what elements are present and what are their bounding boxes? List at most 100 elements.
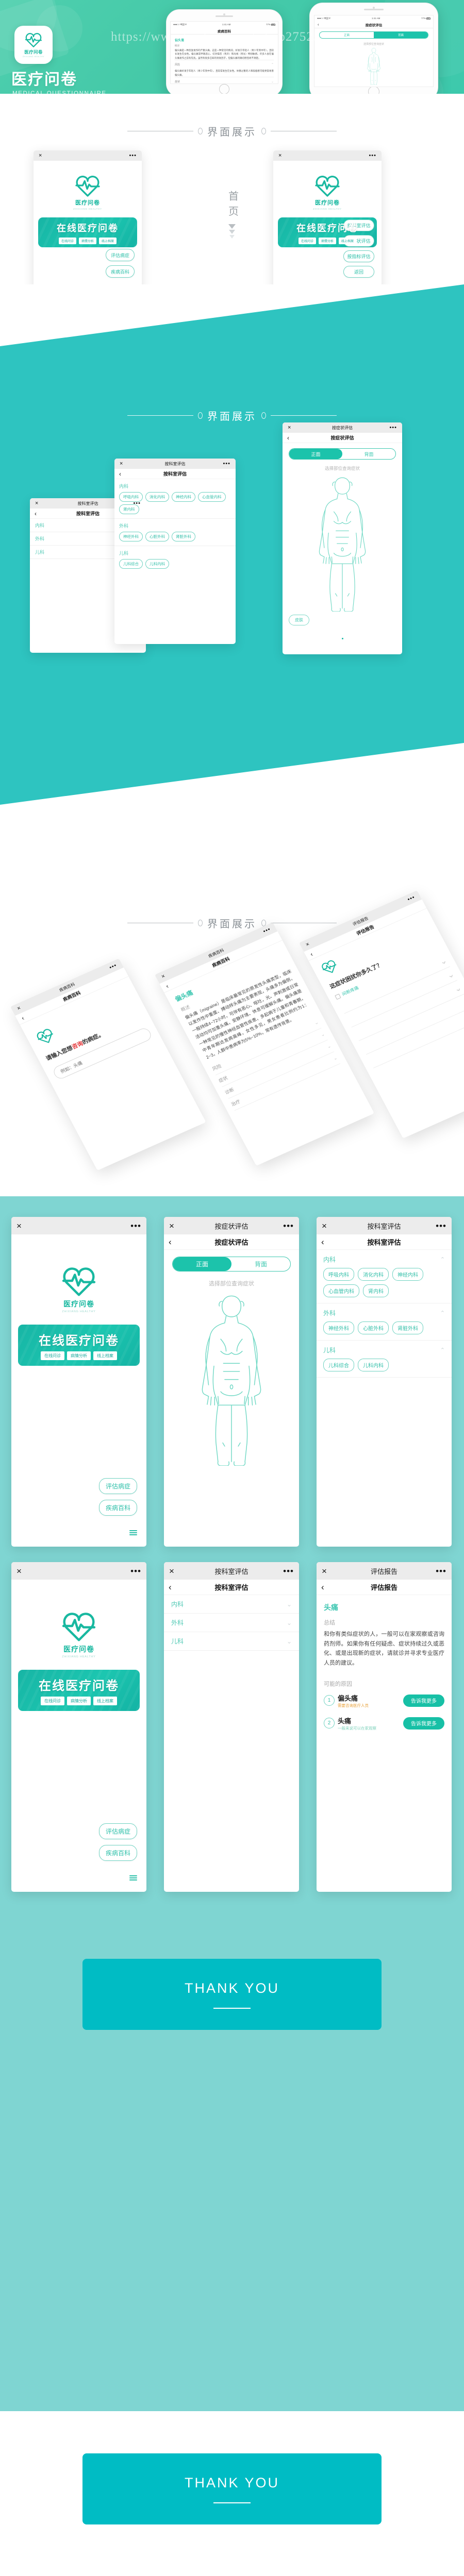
chevron-up-icon[interactable]: ⌃ [440,1310,445,1316]
more-icon[interactable]: ••• [436,1222,446,1230]
department-row[interactable]: 儿科 ⌄ [164,1632,299,1651]
department-tag[interactable]: 儿科综合 [119,559,143,569]
button-disease-encyclopedia[interactable]: 疾病百科 [106,265,135,278]
more-icon[interactable]: ••• [133,500,141,506]
close-icon[interactable]: × [39,152,42,159]
department-tag[interactable]: 神经内科 [172,492,195,502]
department-group: 外科 ⌃ 神经外科 心脏外科 肾脏外科 [317,1303,452,1341]
chevron-up-icon[interactable]: ⌃ [440,1347,445,1353]
department-name: 儿科 [171,1638,184,1645]
department-tag[interactable]: 消化内科 [145,492,169,502]
more-icon[interactable]: ••• [436,1567,446,1575]
more-icon[interactable]: ••• [369,152,376,159]
department-tag[interactable]: 神经外科 [119,532,143,541]
back-icon[interactable]: ‹ [169,1238,172,1246]
close-icon[interactable]: × [169,1567,174,1575]
back-icon[interactable]: ‹ [164,982,170,990]
chevron-down-icon: ⌄ [286,1637,292,1645]
home-banner[interactable]: 在线医疗问卷 在线问诊 病情分析 线上档案 [18,1325,140,1366]
divider-dot [261,128,266,134]
front-back-toggle[interactable]: 正面 背面 [289,448,396,460]
department-tag[interactable]: 心脏外科 [358,1321,389,1334]
button-assess-by-indicator[interactable]: 按指标评估 [343,250,374,262]
close-icon[interactable]: × [278,152,281,159]
back-icon[interactable]: ‹ [309,951,314,958]
close-icon[interactable]: × [288,425,291,431]
department-row[interactable]: 内科 ⌄ [164,1595,299,1614]
button-assess-symptom[interactable]: 评估病症 [106,249,135,261]
close-icon[interactable]: × [120,461,123,467]
department-tag[interactable]: 肾脏外科 [172,532,195,541]
tab-front[interactable]: 正面 [320,32,374,38]
department-tag[interactable]: 儿科内科 [145,559,169,569]
tab-back[interactable]: 背面 [342,449,395,459]
menu-icon[interactable] [129,1530,137,1535]
back-icon[interactable]: ‹ [20,1014,25,1022]
button-assess-symptom[interactable]: 评估病症 [99,1823,137,1839]
navbar-title: 按科室评估 [367,1239,401,1246]
summary-label: 总结 [324,1620,335,1626]
department-row[interactable]: 外科 ⌄ [164,1614,299,1632]
department-tag[interactable]: 儿科内科 [358,1359,389,1371]
department-tag[interactable]: 神经外科 [323,1321,354,1334]
front-back-toggle[interactable]: 正面 背面 [319,31,428,39]
button-tell-me-more[interactable]: 告诉我更多 [403,1694,444,1707]
section-label: 风险 [211,1063,223,1072]
close-icon[interactable]: × [16,1222,22,1230]
chevron-down-icon: ⌄ [286,1619,292,1626]
tab-front[interactable]: 正面 [289,449,342,459]
tab-front[interactable]: 正面 [173,1257,231,1271]
button-disease-encyclopedia[interactable]: 疾病百科 [99,1500,137,1516]
department-tag[interactable]: 心血管内科 [198,492,226,502]
back-icon[interactable]: ‹ [321,1583,324,1591]
department-tag[interactable]: 肾内科 [363,1284,389,1297]
department-tag[interactable]: 呼吸内科 [323,1268,354,1281]
human-body-back-figure[interactable] [349,47,399,85]
back-icon[interactable]: ‹ [287,435,289,441]
department-tag[interactable]: 神经内科 [392,1268,423,1281]
more-icon[interactable]: ••• [129,152,137,159]
button-assess-symptom[interactable]: 评估病症 [99,1478,137,1494]
more-icon[interactable]: ••• [389,425,397,431]
section-row[interactable]: 症状 ⌄ [175,77,274,83]
back-icon[interactable]: ‹ [169,1583,172,1591]
home-banner[interactable]: 在线医疗问卷 在线问诊 病情分析 线上档案 [18,1670,140,1711]
body-part-pill-skin[interactable]: 皮肤 [289,615,309,625]
tab-back[interactable]: 背面 [231,1257,290,1271]
more-icon[interactable]: ••• [223,461,230,467]
close-icon[interactable]: × [322,1567,327,1575]
tab-back[interactable]: 背面 [374,32,428,38]
more-icon[interactable]: ••• [130,1222,141,1230]
human-body-front-figure[interactable] [308,473,376,612]
department-tag[interactable]: 心脏外科 [145,532,169,541]
button-tell-me-more[interactable]: 告诉我更多 [403,1717,444,1730]
logo-name-en: ZHIXIANG HEALTHY [62,1655,96,1658]
more-icon[interactable]: ••• [130,1567,141,1575]
menu-icon[interactable] [129,1875,137,1880]
close-icon[interactable]: × [35,500,38,506]
department-tag[interactable]: 肾脏外科 [392,1321,423,1334]
human-body-front-figure[interactable] [188,1291,275,1466]
back-icon[interactable]: ‹ [321,1238,324,1246]
chevron-up-icon[interactable]: ⌃ [440,1256,445,1263]
close-icon[interactable]: × [16,1567,22,1575]
more-icon[interactable]: ••• [283,1222,294,1230]
button-disease-encyclopedia[interactable]: 疾病百科 [99,1845,137,1861]
home-banner[interactable]: 在线医疗问卷 在线问诊 病情分析 线上档案 [38,217,137,247]
department-tag[interactable]: 心血管内科 [323,1284,359,1297]
close-icon[interactable]: × [169,1222,174,1230]
diagonal-mask-top [0,284,464,346]
department-tag[interactable]: 消化内科 [358,1268,389,1281]
department-tag[interactable]: 儿科综合 [323,1359,354,1371]
front-back-toggle[interactable]: 正面 背面 [172,1257,291,1272]
phone-mockup-symptom-body: ●●●○○ 中国 ᯤ 1:41 AM 77% ‹ 按症状评估 正面 背面 选择部… [309,3,438,94]
back-icon[interactable]: ‹ [119,471,121,477]
back-icon[interactable]: ‹ [318,22,319,27]
back-icon[interactable]: ‹ [35,511,37,517]
section-row-risk[interactable]: 风险 ⌃ [175,60,274,69]
selection-hint: 选择部位查询症状 [209,1281,254,1287]
button-back[interactable]: 返回 [343,266,374,278]
section-title: 界面展示 [207,127,257,138]
more-icon[interactable]: ••• [283,1567,294,1575]
close-icon[interactable]: × [322,1222,327,1230]
